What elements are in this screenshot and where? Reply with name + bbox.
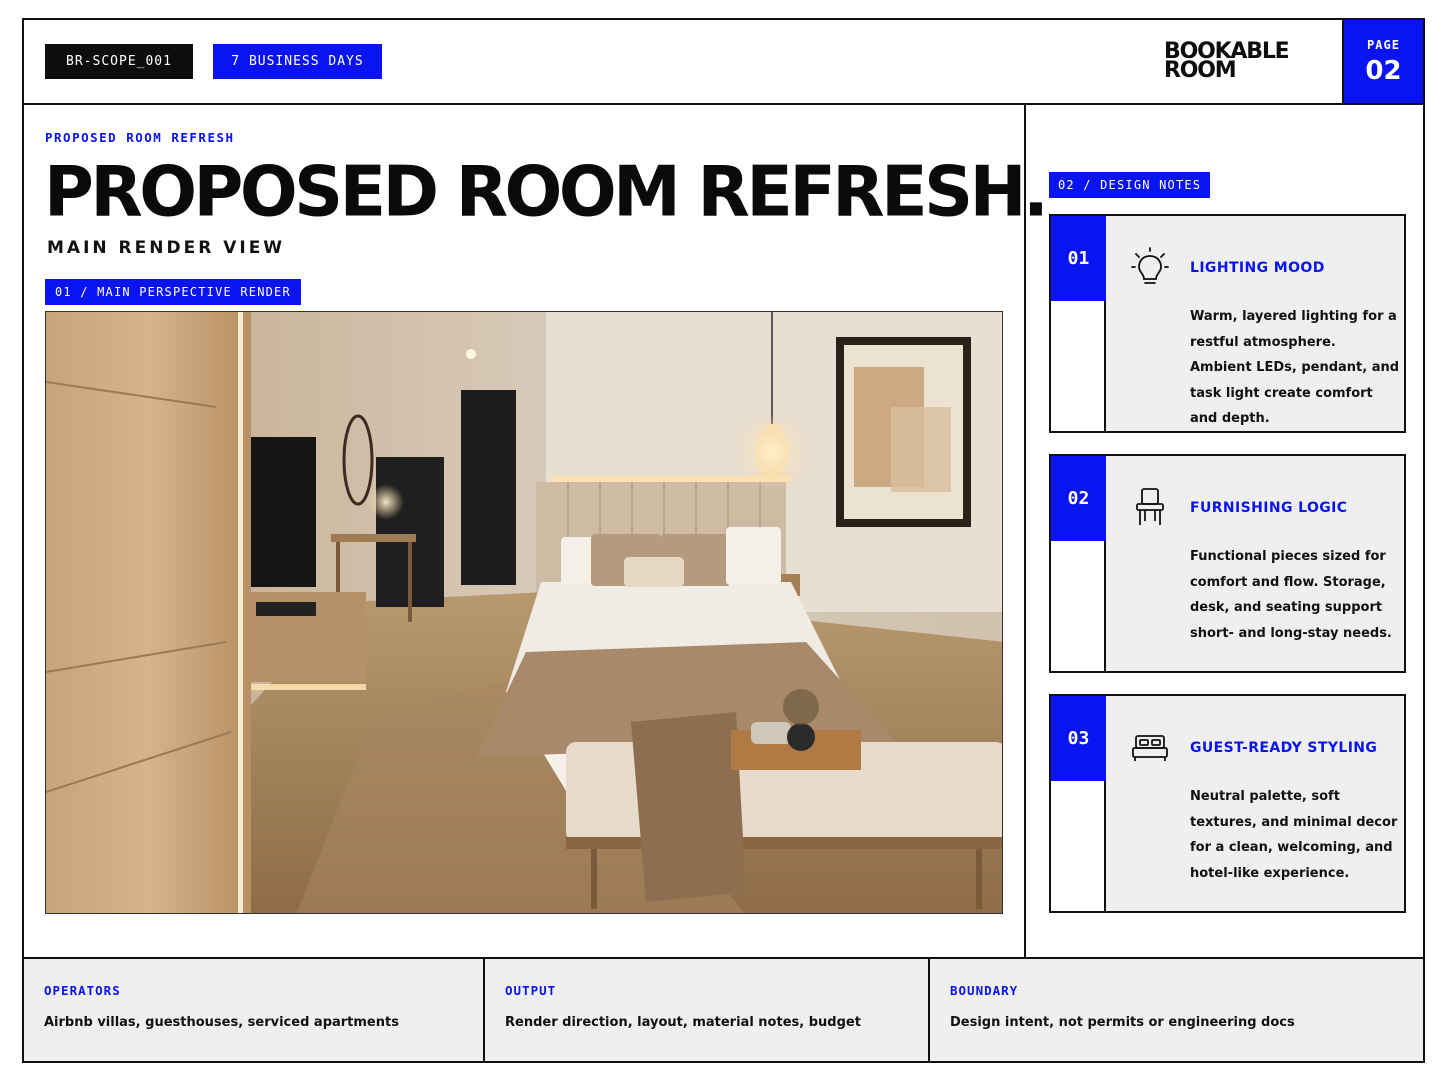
card-title: GUEST-READY STYLING xyxy=(1190,740,1378,756)
footer-text: Render direction, layout, material notes… xyxy=(505,1015,861,1030)
card-body: Functional pieces sized for comfort and … xyxy=(1190,549,1392,641)
card-title: FURNISHING LOGIC xyxy=(1190,500,1348,516)
footer-label: OUTPUT xyxy=(505,983,557,998)
footer-text: Design intent, not permits or engineerin… xyxy=(950,1015,1295,1030)
footer-label: OPERATORS xyxy=(44,983,121,998)
chair-icon xyxy=(1136,488,1164,525)
card-body: Neutral palette, soft textures, and mini… xyxy=(1190,789,1398,881)
design-note-card: 01 LIGHTING MOOD Warm, layered lighting … xyxy=(1049,214,1406,433)
footer-text: Airbnb villas, guesthouses, serviced apa… xyxy=(44,1015,399,1030)
card-title: LIGHTING MOOD xyxy=(1190,260,1325,276)
page-title: PROPOSED ROOM REFRESH. xyxy=(44,152,1049,233)
page-subtitle: MAIN RENDER VIEW xyxy=(47,238,286,258)
design-note-card: 02 FURNISHING LOGIC Functional pieces si… xyxy=(1049,454,1406,673)
render-label-tag: 01 / MAIN PERSPECTIVE RENDER xyxy=(45,279,301,305)
card-body: Warm, layered lighting for a restful atm… xyxy=(1190,309,1400,426)
lightbulb-icon xyxy=(1131,247,1169,284)
brand-logo: BOOKABLE ROOM xyxy=(1164,41,1324,82)
bedroom-render-illustration xyxy=(46,312,1002,913)
footer-cell-operators: OPERATORS Airbnb villas, guesthouses, se… xyxy=(24,959,483,1063)
column-divider xyxy=(1024,105,1026,957)
timeline-badge: 7 BUSINESS DAYS xyxy=(213,44,382,79)
scope-footer: OPERATORS Airbnb villas, guesthouses, se… xyxy=(24,957,1423,1063)
main-render-image xyxy=(45,311,1003,914)
card-number: 02 xyxy=(1051,456,1106,541)
section-kicker: PROPOSED ROOM REFRESH xyxy=(45,130,235,145)
page-frame: BR-SCOPE_001 7 BUSINESS DAYS BOOKABLE RO… xyxy=(22,18,1425,1063)
doc-id-badge: BR-SCOPE_001 xyxy=(45,44,193,79)
design-notes-tag: 02 / DESIGN NOTES xyxy=(1049,172,1211,198)
page-label: PAGE xyxy=(1367,37,1400,52)
card-number: 03 xyxy=(1051,696,1106,781)
page-indicator: PAGE 02 xyxy=(1342,20,1423,103)
page-number: 02 xyxy=(1365,55,1402,86)
bed-icon xyxy=(1132,735,1168,761)
header-bar: BR-SCOPE_001 7 BUSINESS DAYS BOOKABLE RO… xyxy=(24,20,1423,105)
footer-cell-boundary: BOUNDARY Design intent, not permits or e… xyxy=(928,959,1423,1063)
footer-label: BOUNDARY xyxy=(950,983,1019,998)
card-number: 01 xyxy=(1051,216,1106,301)
design-note-card: 03 GUEST-READY STYLING Neutral palette, … xyxy=(1049,694,1406,913)
footer-cell-output: OUTPUT Render direction, layout, materia… xyxy=(483,959,928,1063)
